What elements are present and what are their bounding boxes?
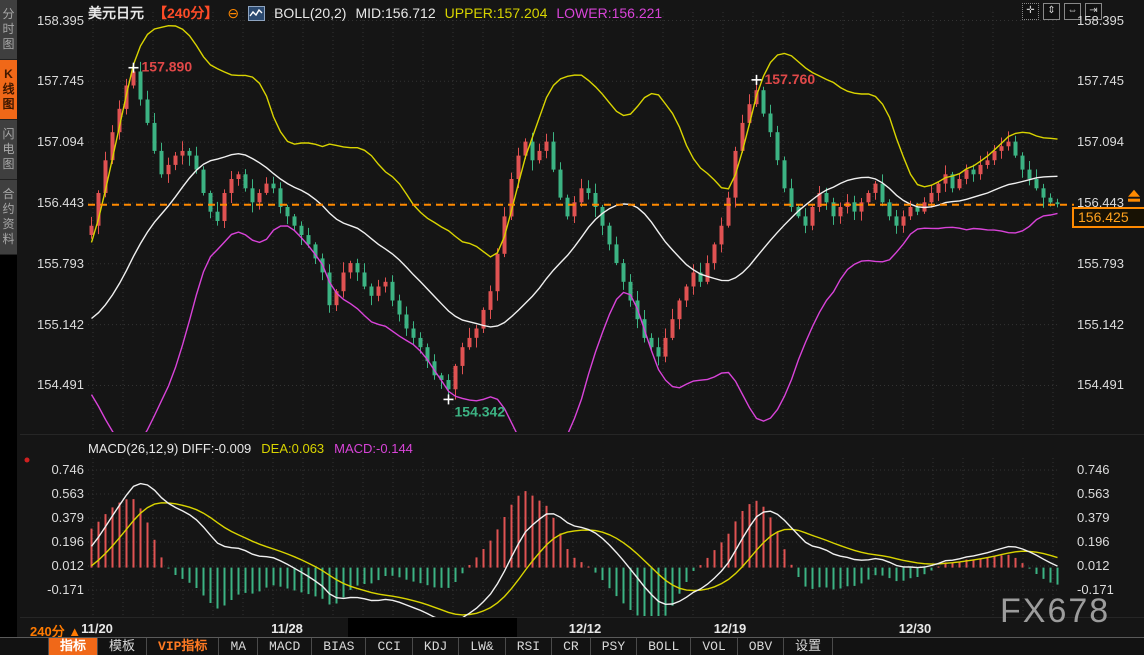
instrument-name: 美元日元	[88, 3, 144, 23]
redaction-box	[348, 618, 517, 638]
price-tick-left: 158.395	[20, 13, 84, 28]
bottom-tab-MACD[interactable]: MACD	[258, 638, 312, 655]
macd-tick-left: 0.563	[20, 486, 84, 501]
price-tick-left: 156.443	[20, 195, 84, 210]
time-tick: 12/19	[714, 621, 747, 636]
svg-text:157.890: 157.890	[142, 59, 193, 75]
bottom-tab-OBV[interactable]: OBV	[738, 638, 784, 655]
bottom-tab-指标[interactable]: 指标	[48, 638, 98, 655]
macd-tick-left: 0.379	[20, 510, 84, 525]
crosshair-icon[interactable]: ✛	[1022, 3, 1039, 20]
price-tick-left: 155.793	[20, 256, 84, 271]
current-price-badge: 156.425	[1072, 207, 1144, 228]
boll-indicator-label: BOLL(20,2)	[274, 5, 346, 21]
sidebar-tab-K线图[interactable]: K线图	[0, 60, 17, 120]
macd-tick-left: 0.746	[20, 462, 84, 477]
indicator-tab-bar: 指标模板VIP指标MAMACDBIASCCIKDJLW&RSICRPSYBOLL…	[0, 637, 1144, 655]
macd-tick-left: 0.196	[20, 534, 84, 549]
price-tick-left: 155.142	[20, 317, 84, 332]
bottom-tab-VOL[interactable]: VOL	[691, 638, 737, 655]
bottom-tab-BOLL[interactable]: BOLL	[637, 638, 691, 655]
sidebar-tab-分时图[interactable]: 分时图	[0, 0, 17, 60]
bottom-tab-RSI[interactable]: RSI	[506, 638, 552, 655]
boll-upper-value: UPPER:157.204	[445, 5, 548, 21]
time-tick: 11/28	[271, 621, 303, 636]
y-axis-scale-icon[interactable]: ⇕	[1043, 3, 1060, 20]
bottom-tab-CCI[interactable]: CCI	[366, 638, 412, 655]
boll-lower-value: LOWER:156.221	[556, 5, 662, 21]
bottom-tab-BIAS[interactable]: BIAS	[312, 638, 366, 655]
sidebar-tab-合约资料[interactable]: 合约资料	[0, 180, 17, 255]
sidebar-tab-闪电图[interactable]: 闪电图	[0, 120, 17, 180]
price-tick-left: 157.745	[20, 73, 84, 88]
chart-app-window: 157.890 157.760 154.342 分时图K线图闪电图合约资料 美元日元…	[0, 0, 1144, 655]
macd-header: MACD(26,12,9) DIFF:-0.009 DEA:0.063 MACD…	[88, 441, 413, 456]
bottom-tab-PSY[interactable]: PSY	[591, 638, 637, 655]
macd-macd-value: MACD:-0.144	[334, 441, 413, 456]
time-tick: 12/12	[569, 621, 602, 636]
svg-text:154.342: 154.342	[455, 403, 506, 419]
macd-tick-left: -0.171	[20, 582, 84, 597]
axis-separator	[20, 617, 1144, 618]
bottom-tab-MA[interactable]: MA	[219, 638, 258, 655]
pane-separator	[20, 434, 1144, 435]
macd-dea-value: DEA:0.063	[261, 441, 324, 456]
time-tick: 12/30	[899, 621, 932, 636]
macd-tick-right: 0.563	[1077, 486, 1110, 501]
bottom-tab-LW&[interactable]: LW&	[459, 638, 505, 655]
bottom-tab-设置[interactable]: 设置	[784, 638, 833, 655]
macd-tick-right: 0.012	[1077, 558, 1110, 573]
price-tick-right: 155.142	[1077, 317, 1124, 332]
macd-tick-right: 0.379	[1077, 510, 1110, 525]
bottom-tab-CR[interactable]: CR	[552, 638, 591, 655]
bottom-tab-VIP指标[interactable]: VIP指标	[147, 638, 219, 655]
price-tick-right: 154.491	[1077, 377, 1124, 392]
macd-tick-right: 0.746	[1077, 462, 1110, 477]
price-tick-right: 157.745	[1077, 73, 1124, 88]
interval-label[interactable]: 【240分】	[153, 3, 218, 23]
macd-tick-right: 0.196	[1077, 534, 1110, 549]
svg-text:157.760: 157.760	[765, 71, 816, 87]
price-tick-left: 154.491	[20, 377, 84, 392]
bottom-tab-KDJ[interactable]: KDJ	[413, 638, 459, 655]
bottom-tab-模板[interactable]: 模板	[98, 638, 147, 655]
fx678-watermark: FX678	[1000, 592, 1110, 631]
time-tick: 11/20	[81, 621, 113, 636]
chart-canvas[interactable]: 157.890 157.760 154.342	[0, 0, 1144, 655]
price-tick-right: 155.793	[1077, 256, 1124, 271]
period-menu-icon[interactable]: ⊖	[227, 5, 239, 22]
price-tick-left: 157.094	[20, 134, 84, 149]
macd-params-diff: MACD(26,12,9) DIFF:-0.009	[88, 441, 251, 456]
indicator-chart-icon[interactable]	[248, 6, 265, 21]
chart-title-bar: 美元日元 【240分】 ⊖ BOLL(20,2) MID:156.712 UPP…	[88, 4, 662, 22]
price-tick-right: 158.395	[1077, 13, 1124, 28]
price-tick-right: 157.094	[1077, 134, 1124, 149]
macd-tick-left: 0.012	[20, 558, 84, 573]
boll-mid-value: MID:156.712	[355, 5, 435, 21]
chart-type-sidebar: 分时图K线图闪电图合约资料	[0, 0, 17, 655]
